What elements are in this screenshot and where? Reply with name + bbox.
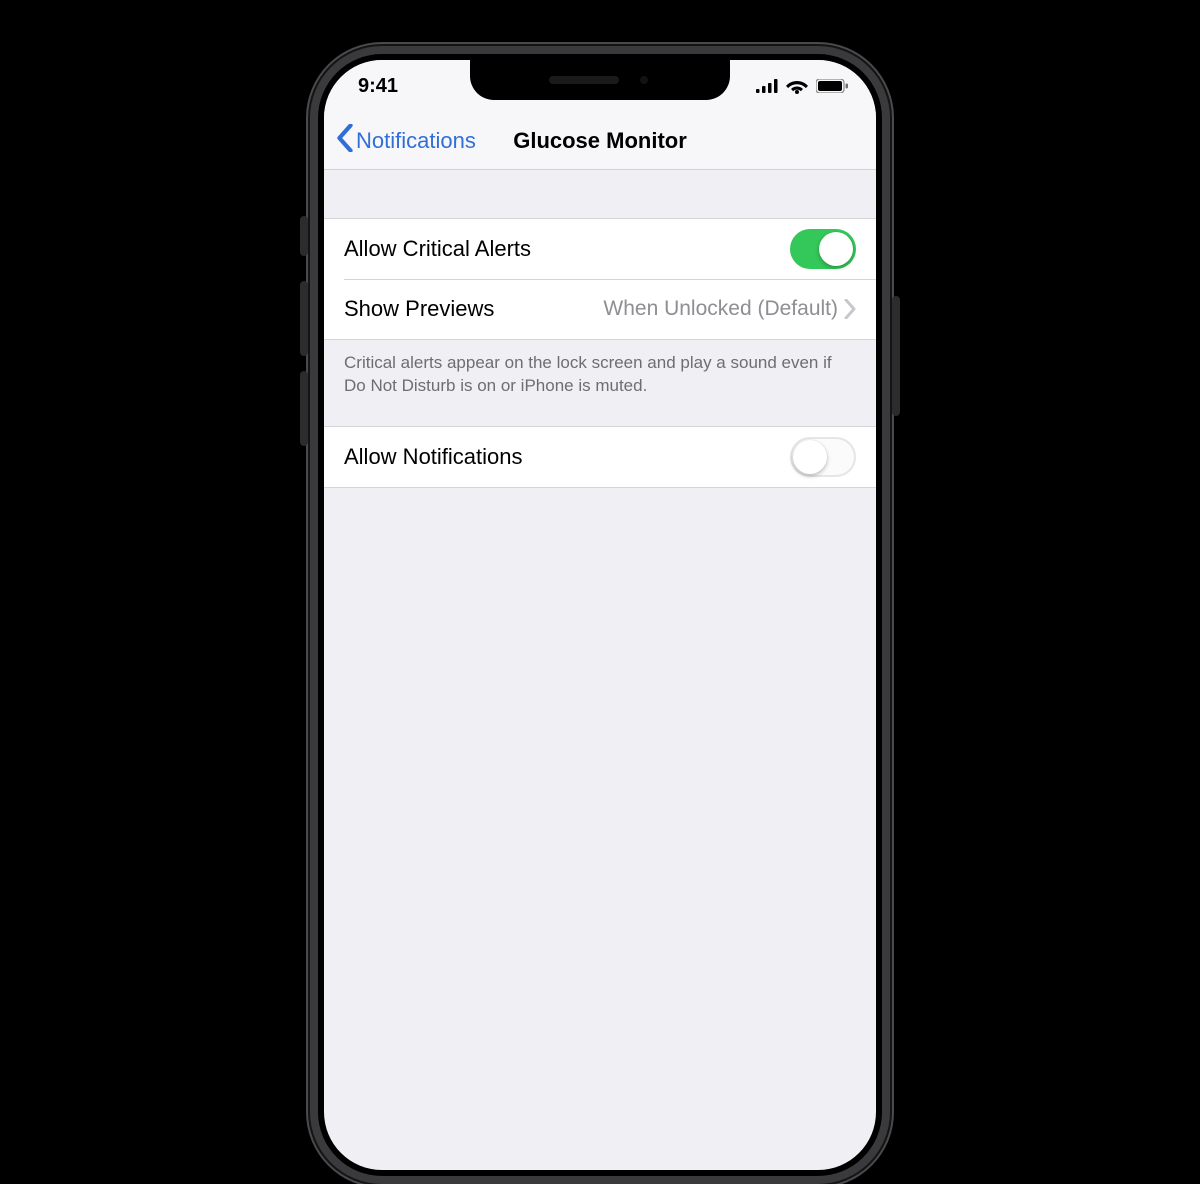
phone-frame: 9:41 bbox=[310, 46, 890, 1184]
row-label: Show Previews bbox=[344, 296, 494, 322]
notch bbox=[470, 60, 730, 100]
back-label: Notifications bbox=[356, 128, 476, 154]
toggle-knob bbox=[793, 440, 827, 474]
volume-down-button bbox=[300, 371, 308, 446]
settings-group-notifications: Allow Notifications bbox=[324, 426, 876, 488]
side-button bbox=[892, 296, 900, 416]
row-allow-notifications: Allow Notifications bbox=[324, 427, 876, 487]
row-allow-critical-alerts: Allow Critical Alerts bbox=[324, 219, 876, 279]
spacer bbox=[324, 170, 876, 218]
nav-bar: Notifications Glucose Monitor bbox=[324, 112, 876, 170]
mute-switch bbox=[300, 216, 308, 256]
back-button[interactable]: Notifications bbox=[336, 124, 476, 158]
row-value: When Unlocked (Default) bbox=[603, 297, 844, 321]
page-title: Glucose Monitor bbox=[513, 128, 687, 154]
phone-inner: 9:41 bbox=[318, 54, 882, 1176]
status-time: 9:41 bbox=[358, 75, 438, 98]
chevron-left-icon bbox=[336, 124, 354, 158]
section-footer: Critical alerts appear on the lock scree… bbox=[324, 340, 876, 426]
front-camera bbox=[637, 73, 651, 87]
row-show-previews[interactable]: Show Previews When Unlocked (Default) bbox=[324, 279, 876, 339]
settings-group-critical: Allow Critical Alerts Show Previews When… bbox=[324, 218, 876, 340]
row-label: Allow Notifications bbox=[344, 444, 523, 470]
screen: 9:41 bbox=[324, 60, 876, 1170]
wifi-icon bbox=[786, 78, 808, 94]
toggle-allow-critical-alerts[interactable] bbox=[790, 229, 856, 269]
volume-up-button bbox=[300, 281, 308, 356]
earpiece-speaker bbox=[549, 76, 619, 84]
toggle-knob bbox=[819, 232, 853, 266]
chevron-right-icon bbox=[844, 299, 856, 319]
status-indicators bbox=[748, 78, 848, 94]
toggle-allow-notifications[interactable] bbox=[790, 437, 856, 477]
row-label: Allow Critical Alerts bbox=[344, 236, 531, 262]
battery-icon bbox=[816, 79, 848, 93]
cellular-signal-icon bbox=[756, 79, 778, 93]
